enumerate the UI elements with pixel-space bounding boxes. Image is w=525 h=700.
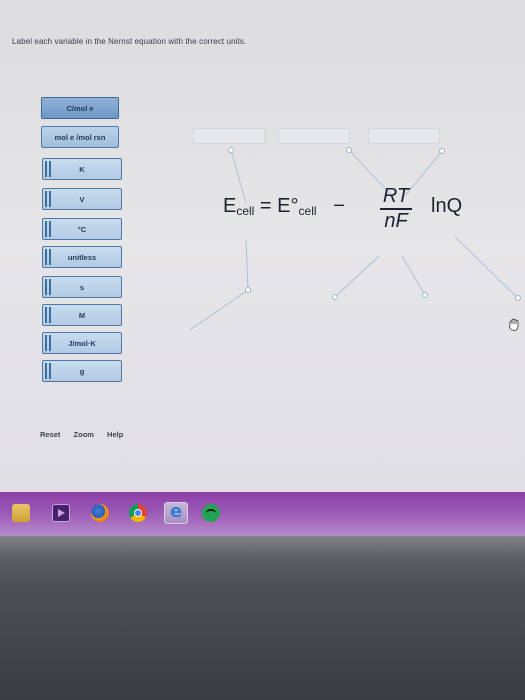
media-player-icon[interactable] — [52, 504, 70, 522]
screen: Label each variable in the Nernst equati… — [0, 0, 525, 492]
var-lnq: lnQ — [431, 195, 463, 217]
denominator-nf: nF — [384, 210, 408, 232]
help-button[interactable]: Help — [107, 430, 123, 439]
minus-sign: − — [333, 195, 345, 217]
equals-sign: = — [259, 195, 272, 217]
sub-cell: cell — [236, 204, 255, 218]
firefox-icon[interactable] — [91, 504, 109, 522]
var-e-standard: E° — [277, 195, 299, 217]
bezel-highlight — [0, 536, 525, 556]
sub-cell-standard: cell — [298, 204, 317, 218]
fraction: RT nF — [379, 185, 413, 233]
zoom-button[interactable]: Zoom — [74, 430, 94, 439]
numerator-rt: RT — [382, 185, 410, 207]
folder-icon[interactable] — [12, 504, 30, 522]
equation-left: Ecell = E°cell − — [223, 195, 345, 218]
internet-explorer-icon[interactable] — [164, 501, 188, 524]
monitor-bezel — [0, 536, 525, 700]
leader-lines — [189, 147, 521, 331]
taskbar — [0, 492, 525, 536]
hand-cursor-icon — [509, 318, 519, 331]
var-e-cell: E — [223, 195, 237, 217]
spotify-icon[interactable] — [202, 504, 220, 522]
chrome-icon[interactable] — [129, 504, 147, 522]
reset-button[interactable]: Reset — [40, 430, 60, 439]
controls: Reset Zoom Help — [40, 430, 134, 439]
